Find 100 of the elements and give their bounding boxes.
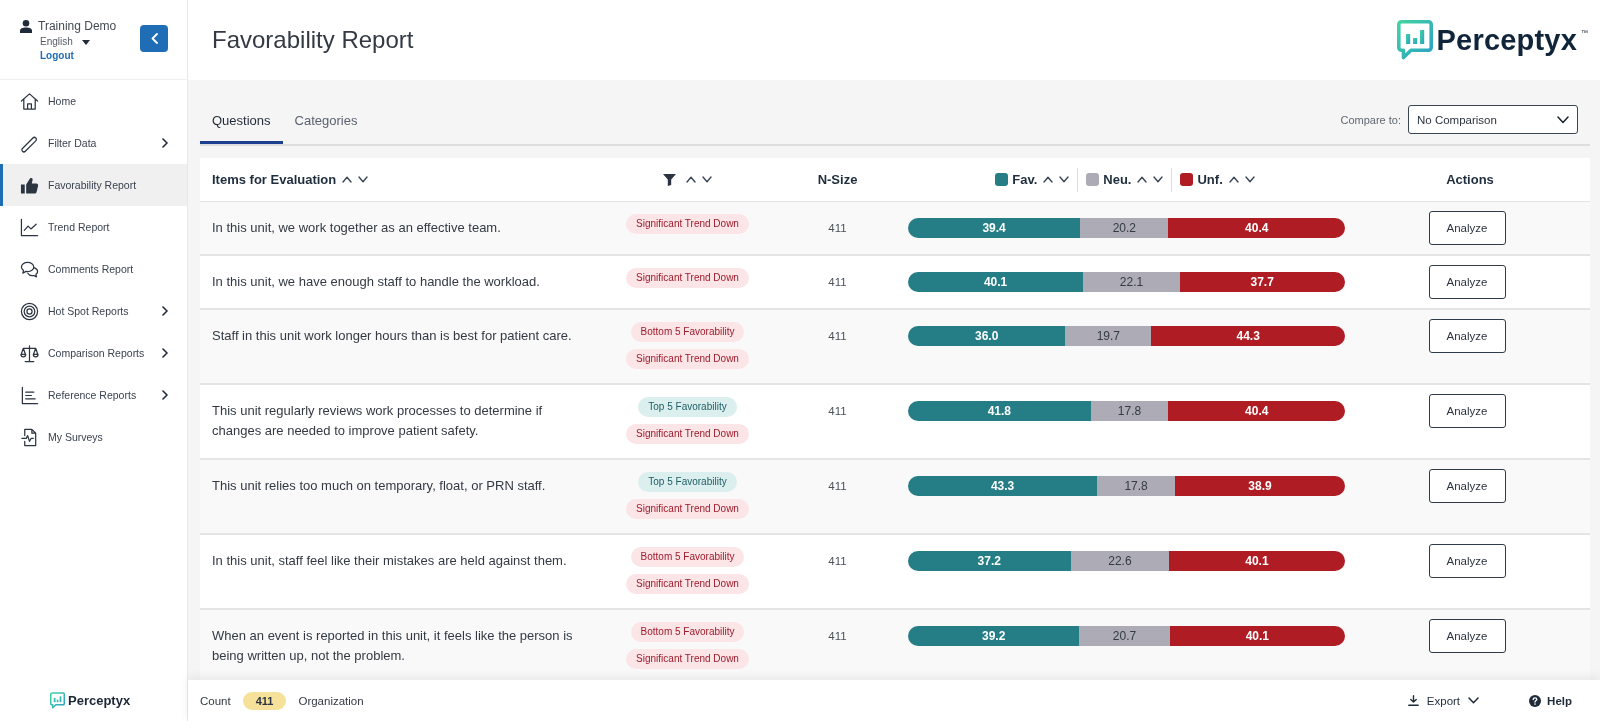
nav-item[interactable]: Hot Spot Reports	[0, 290, 187, 332]
download-icon	[1407, 695, 1419, 706]
person-icon	[20, 20, 32, 33]
chart-bubble-icon	[50, 692, 65, 709]
status-badge: Top 5 Favorability	[638, 397, 737, 417]
status-badge: Significant Trend Down	[626, 349, 749, 369]
item-text: In this unit, we work together as an effective team.	[212, 219, 501, 237]
analyze-button[interactable]: Analyze	[1428, 469, 1506, 503]
column-header: N-Size	[817, 172, 858, 187]
status-badge: Bottom 5 Favorability	[630, 622, 745, 642]
chevron-up-icon[interactable]	[1228, 176, 1239, 183]
line-chart-icon	[20, 217, 39, 237]
bar-segment: 39.2	[908, 626, 1080, 646]
legend-label: Neu.	[1103, 172, 1132, 187]
item-text: When an event is reported in this unit, it feels like the person is being written up, not the problem.	[212, 627, 574, 665]
document-pulse-icon	[20, 427, 39, 447]
page-title: Favorability Report	[212, 26, 414, 54]
status-badge: Significant Trend Down	[626, 649, 749, 669]
chevron-left-icon	[150, 33, 158, 44]
brand-name: Perceptyx	[68, 693, 131, 708]
chevron-up-icon[interactable]	[342, 176, 353, 183]
bar-segment: 22.6	[1070, 551, 1170, 571]
chevron-up-icon[interactable]	[1043, 176, 1054, 183]
house-icon	[20, 91, 39, 111]
status-badge: Bottom 5 Favorability	[630, 547, 745, 567]
nav-item[interactable]: Filter Data	[0, 122, 187, 164]
analyze-button[interactable]: Analyze	[1428, 619, 1506, 653]
status-badge: Significant Trend Down	[626, 499, 749, 519]
status-badge: Significant Trend Down	[626, 424, 749, 444]
status-badge: Significant Trend Down	[626, 574, 749, 594]
item-text: This unit relies too much on temporary, float, or PRN staff.	[212, 477, 546, 495]
nav-item[interactable]: Favorability Report	[0, 164, 187, 206]
status-badge: Significant Trend Down	[626, 214, 749, 234]
brand-name: Perceptyx	[1436, 23, 1577, 58]
n-size-value: 411	[828, 221, 847, 236]
analyze-button[interactable]: Analyze	[1428, 211, 1506, 245]
nav-item[interactable]: Reference Reports	[0, 374, 187, 416]
tab[interactable]: Categories	[282, 100, 370, 144]
analyze-button[interactable]: Analyze	[1428, 544, 1506, 578]
item-text: This unit regularly reviews work processes to determine if changes are needed to improve patient safety.	[212, 402, 544, 440]
logout-link[interactable]: Logout	[40, 49, 74, 63]
chevron-down-icon[interactable]	[1153, 176, 1164, 183]
bar-segment: 43.3	[908, 476, 1098, 496]
compare-dropdown[interactable]: No Comparison	[1408, 105, 1578, 134]
n-size-value: 411	[828, 554, 847, 569]
bar-segment: 39.4	[908, 218, 1081, 238]
n-size-value: 411	[828, 404, 847, 419]
bar-segment: 37.2	[908, 551, 1071, 571]
bar-segment: 40.4	[1168, 218, 1345, 238]
n-size-value: 411	[828, 629, 847, 644]
nav-item[interactable]: My Surveys	[0, 416, 187, 458]
bar-segment: 20.7	[1079, 626, 1170, 646]
user-name: Training Demo	[38, 19, 117, 34]
chevron-down-icon[interactable]	[702, 176, 712, 183]
nav-item[interactable]: Comparison Reports	[0, 332, 187, 374]
bar-segment: 37.7	[1179, 272, 1345, 292]
bar-segment: 17.8	[1097, 476, 1175, 496]
tab[interactable]: Questions	[200, 100, 283, 144]
thumbs-up-icon	[20, 175, 39, 195]
chart-bubble-icon	[1396, 20, 1433, 60]
language-dropdown[interactable]: English	[40, 35, 90, 49]
chevron-up-icon[interactable]	[1137, 176, 1148, 183]
collapse-button[interactable]	[140, 25, 168, 52]
bar-segment: 40.1	[1169, 626, 1345, 646]
count-label: Count	[200, 694, 231, 707]
help-link[interactable]: Help	[1529, 694, 1572, 707]
analyze-button[interactable]: Analyze	[1428, 265, 1506, 299]
nav-item[interactable]: Home	[0, 80, 187, 122]
analyze-button[interactable]: Analyze	[1428, 394, 1506, 428]
analyze-button[interactable]: Analyze	[1428, 319, 1506, 353]
chevron-down-icon	[1557, 115, 1569, 124]
chevron-down-icon	[1468, 697, 1480, 704]
item-text: In this unit, staff feel like their mistakes are held against them.	[212, 552, 567, 570]
n-size-value: 411	[828, 275, 847, 290]
status-badge: Top 5 Favorability	[638, 472, 737, 492]
bar-segment: 40.4	[1168, 401, 1345, 421]
n-size-value: 411	[828, 329, 847, 344]
filter-icon[interactable]	[663, 173, 676, 186]
bar-segment: 40.1	[1169, 551, 1345, 571]
target-icon	[20, 301, 39, 321]
bar-segment: 41.8	[908, 401, 1091, 421]
chevron-down-icon[interactable]	[1244, 176, 1255, 183]
item-text: Staff in this unit work longer hours than is best for patient care.	[212, 327, 572, 345]
chevron-down-icon[interactable]	[358, 176, 369, 183]
n-size-value: 411	[828, 479, 847, 494]
bar-segment: 36.0	[908, 326, 1066, 346]
column-header: Actions	[1446, 172, 1494, 187]
item-text: In this unit, we have enough staff to handle the workload.	[212, 273, 540, 291]
compare-label: Compare to:	[1340, 113, 1401, 126]
bar-segment: 38.9	[1175, 476, 1345, 496]
chevron-up-icon[interactable]	[686, 176, 696, 183]
bar-segment: 22.1	[1083, 272, 1180, 292]
nav-item[interactable]: Trend Report	[0, 206, 187, 248]
chevron-down-icon[interactable]	[1059, 176, 1070, 183]
nav-item[interactable]: Comments Report	[0, 248, 187, 290]
chat-bubbles-icon	[20, 259, 39, 279]
scales-icon	[20, 343, 39, 363]
legend-label: Unf.	[1197, 172, 1223, 187]
export-button[interactable]: Export	[1407, 694, 1480, 707]
bar-segment: 44.3	[1151, 326, 1345, 346]
